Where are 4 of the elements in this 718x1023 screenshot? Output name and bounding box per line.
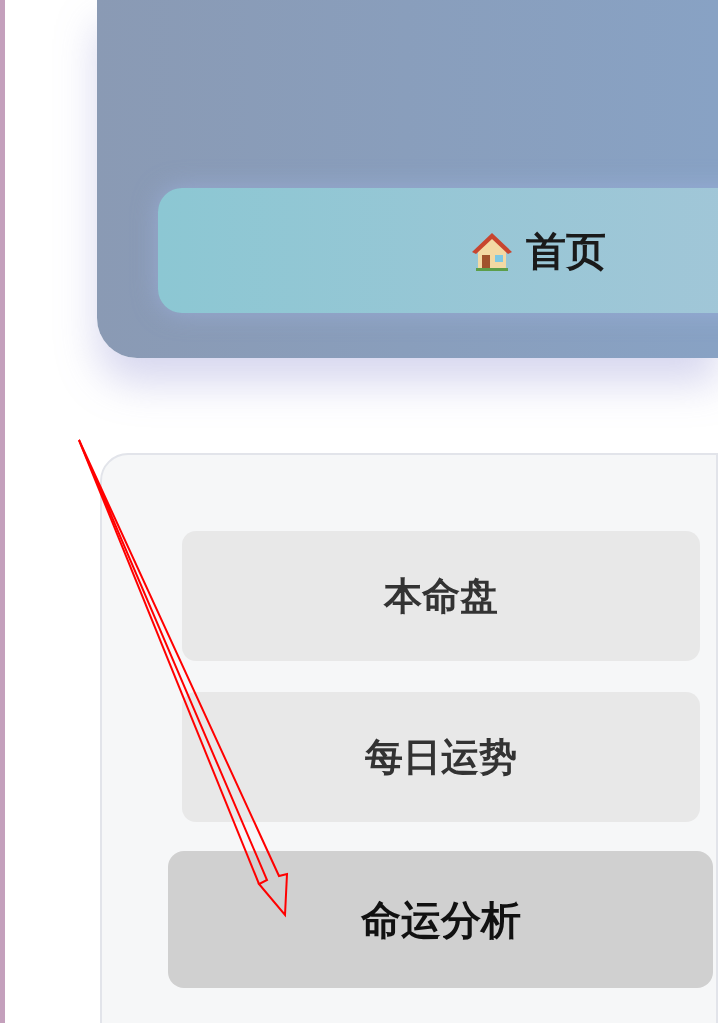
menu-button[interactable]: 本命盘 — [182, 531, 700, 661]
home-button[interactable]: 首页 — [158, 188, 718, 313]
menu-button[interactable]: 每日运势 — [182, 692, 700, 822]
menu-button[interactable]: 命运分析 — [168, 851, 713, 988]
